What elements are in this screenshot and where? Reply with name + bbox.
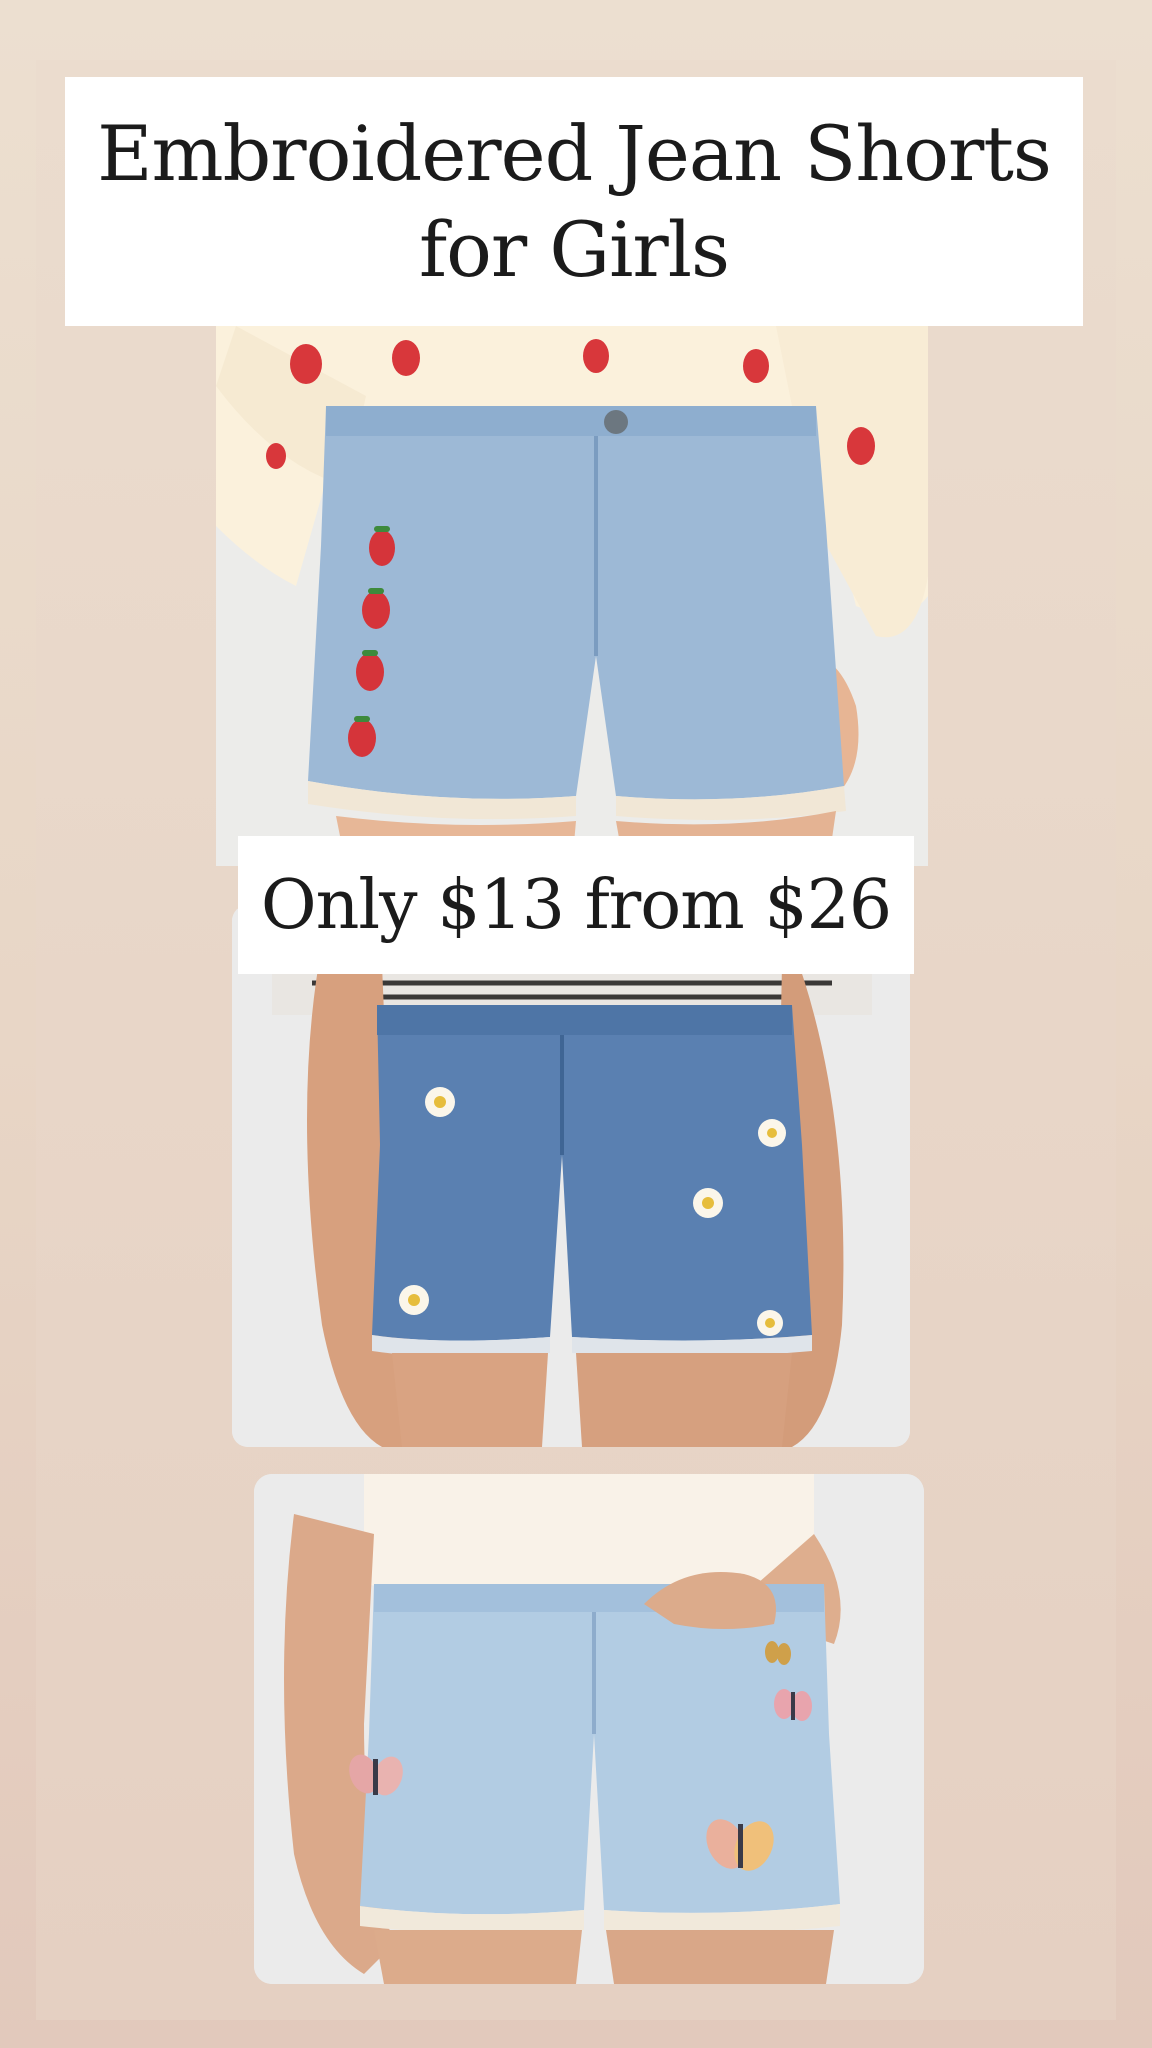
photo-butterfly-shorts bbox=[254, 1474, 924, 1984]
photo-strawberry-shorts bbox=[216, 326, 928, 866]
title-line-1: Embroidered Jean Shorts bbox=[97, 108, 1052, 198]
price-card: Only $13 from $26 bbox=[238, 836, 914, 974]
title-line-2: for Girls bbox=[418, 204, 730, 294]
title-card: Embroidered Jean Shorts for Girls bbox=[65, 77, 1083, 326]
price-text: Only $13 from $26 bbox=[260, 865, 892, 945]
photo-daisy-shorts bbox=[232, 905, 910, 1447]
